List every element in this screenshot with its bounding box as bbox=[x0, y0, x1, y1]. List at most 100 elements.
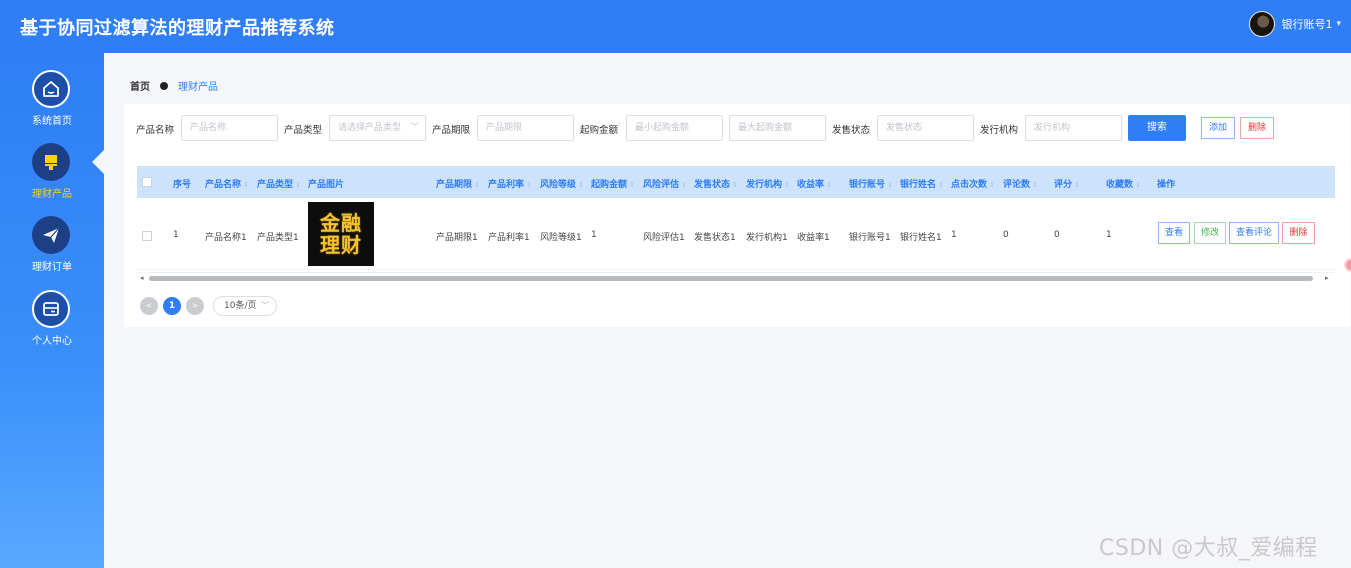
add-button[interactable]: 添加 bbox=[1201, 117, 1235, 139]
select-all-checkbox[interactable] bbox=[142, 177, 152, 187]
cell-status: 发售状态1 bbox=[694, 233, 736, 243]
col-clicks[interactable]: 点击次数 ⇕ bbox=[951, 177, 995, 190]
col-bank-account[interactable]: 银行账号 ⇕ bbox=[849, 177, 893, 190]
view-button[interactable]: 查看 bbox=[1158, 222, 1190, 244]
row-checkbox[interactable] bbox=[142, 231, 152, 241]
col-bank-account-label: 银行账号 bbox=[849, 180, 886, 190]
col-index: 序号 bbox=[173, 180, 192, 190]
min-amount-input[interactable]: 最小起购金额 bbox=[626, 115, 723, 141]
cell-risk-level: 风险等级1 bbox=[540, 233, 582, 243]
col-score[interactable]: 评分 ⇕ bbox=[1054, 177, 1080, 190]
table-row: 1 产品名称1 产品类型1 金融 理财 产品期限1 产品利率1 风险等级1 1 … bbox=[137, 198, 1335, 270]
sort-icon[interactable]: ⇕ bbox=[1135, 181, 1141, 189]
scroll-right-icon[interactable]: ▸ bbox=[1325, 274, 1329, 282]
home-icon bbox=[32, 70, 70, 108]
cell-clicks: 1 bbox=[951, 230, 957, 240]
delete-button[interactable]: 删除 bbox=[1282, 222, 1315, 244]
main-card: 产品名称 产品名称 产品类型 请选择产品类型 ﹀ 产品期限 产品期限 起购金额 … bbox=[124, 104, 1350, 327]
col-type[interactable]: 产品类型 ⇕ bbox=[257, 177, 301, 190]
sort-icon[interactable]: ⇕ bbox=[243, 181, 249, 189]
sidebar-item-label: 理财产品 bbox=[32, 189, 72, 200]
avatar[interactable] bbox=[1249, 11, 1276, 37]
col-term-label: 产品期限 bbox=[436, 180, 473, 190]
breadcrumb: 首页 理财产品 bbox=[130, 78, 218, 93]
col-name-label: 产品名称 bbox=[205, 180, 242, 190]
sidebar-item-profile[interactable]: 个人中心 bbox=[0, 290, 104, 360]
cell-rate: 产品利率1 bbox=[488, 233, 530, 243]
col-risk-eval-label: 风险评估 bbox=[643, 180, 680, 190]
page-number[interactable]: 1 bbox=[163, 297, 181, 315]
cell-yield: 收益率1 bbox=[797, 233, 830, 243]
chevron-down-icon[interactable]: ▾ bbox=[1336, 19, 1341, 29]
product-image: 金融 理财 bbox=[308, 202, 374, 266]
view-comments-button[interactable]: 查看评论 bbox=[1229, 222, 1279, 244]
cell-index: 1 bbox=[173, 230, 179, 240]
col-comments[interactable]: 评论数 ⇕ bbox=[1003, 177, 1038, 190]
product-type-label: 产品类型 bbox=[284, 125, 323, 136]
sort-icon[interactable]: ⇕ bbox=[474, 181, 480, 189]
sort-icon[interactable]: ⇕ bbox=[784, 181, 790, 189]
col-favorites[interactable]: 收藏数 ⇕ bbox=[1106, 177, 1141, 190]
col-comments-label: 评论数 bbox=[1003, 180, 1031, 190]
cell-issuer: 发行机构1 bbox=[746, 233, 788, 243]
product-name-input[interactable]: 产品名称 bbox=[181, 115, 278, 141]
sale-status-input[interactable]: 发售状态 bbox=[877, 115, 974, 141]
chevron-down-icon: ﹀ bbox=[261, 301, 269, 310]
sort-icon[interactable]: ⇕ bbox=[681, 181, 687, 189]
next-page-button[interactable]: > bbox=[186, 297, 204, 315]
col-risk-level[interactable]: 风险等级 ⇕ bbox=[540, 177, 584, 190]
cell-risk-eval: 风险评估1 bbox=[643, 233, 685, 243]
sidebar-item-orders[interactable]: 理财订单 bbox=[0, 216, 104, 286]
col-term[interactable]: 产品期限 ⇕ bbox=[436, 177, 480, 190]
col-min-amount[interactable]: 起购金额 ⇕ bbox=[591, 177, 635, 190]
sidebar-item-label: 系统首页 bbox=[32, 116, 72, 127]
col-yield[interactable]: 收益率 ⇕ bbox=[797, 177, 832, 190]
search-button[interactable]: 搜索 bbox=[1128, 115, 1186, 141]
product-term-input[interactable]: 产品期限 bbox=[477, 115, 574, 141]
sort-icon[interactable]: ⇕ bbox=[826, 181, 832, 189]
pagination: < 1 > 10条/页 ﹀ bbox=[140, 296, 277, 316]
cell-bank-account: 银行账号1 bbox=[849, 233, 891, 243]
col-actions: 操作 bbox=[1157, 180, 1176, 190]
scrollbar-thumb[interactable] bbox=[149, 276, 1313, 281]
col-name[interactable]: 产品名称 ⇕ bbox=[205, 177, 249, 190]
product-type-select[interactable]: 请选择产品类型 ﹀ bbox=[329, 115, 426, 141]
max-amount-input[interactable]: 最大起购金额 bbox=[729, 115, 826, 141]
col-rate[interactable]: 产品利率 ⇕ bbox=[488, 177, 532, 190]
floating-button[interactable] bbox=[1344, 258, 1351, 272]
sort-icon[interactable]: ⇕ bbox=[1074, 181, 1080, 189]
col-status[interactable]: 发售状态 ⇕ bbox=[694, 177, 738, 190]
scroll-left-icon[interactable]: ◂ bbox=[140, 274, 144, 282]
products-table: 序号 产品名称 ⇕ 产品类型 ⇕ 产品图片 产品期限 ⇕ 产品利率 ⇕ 风险等级 ⇕ 起购… bbox=[137, 166, 1335, 284]
sort-icon[interactable]: ⇕ bbox=[629, 181, 635, 189]
sort-icon[interactable]: ⇕ bbox=[578, 181, 584, 189]
sort-icon[interactable]: ⇕ bbox=[526, 181, 532, 189]
sort-icon[interactable]: ⇕ bbox=[732, 181, 738, 189]
batch-delete-button[interactable]: 删除 bbox=[1240, 117, 1274, 139]
watermark: CSDN @大叔_爱编程 bbox=[1099, 536, 1318, 561]
sidebar-item-home[interactable]: 系统首页 bbox=[0, 70, 104, 140]
col-issuer[interactable]: 发行机构 ⇕ bbox=[746, 177, 790, 190]
col-bank-name[interactable]: 银行姓名 ⇕ bbox=[900, 177, 944, 190]
product-image-line2: 理财 bbox=[320, 233, 362, 257]
table-header: 序号 产品名称 ⇕ 产品类型 ⇕ 产品图片 产品期限 ⇕ 产品利率 ⇕ 风险等级 ⇕ 起购… bbox=[137, 166, 1335, 198]
user-menu[interactable]: 银行账号1 ▾ bbox=[1249, 11, 1341, 37]
sidebar: 系统首页 理财产品 理财订单 个人中心 bbox=[0, 53, 104, 568]
user-name[interactable]: 银行账号1 bbox=[1281, 16, 1332, 32]
sort-icon[interactable]: ⇕ bbox=[989, 181, 995, 189]
cell-favorites: 1 bbox=[1106, 230, 1112, 240]
sort-icon[interactable]: ⇕ bbox=[887, 181, 893, 189]
page-size-select[interactable]: 10条/页 ﹀ bbox=[213, 296, 277, 316]
product-name-label: 产品名称 bbox=[136, 125, 175, 136]
sidebar-item-products[interactable]: 理财产品 bbox=[0, 143, 104, 213]
top-header: 基于协同过滤算法的理财产品推荐系统 银行账号1 ▾ bbox=[0, 0, 1351, 53]
col-risk-eval[interactable]: 风险评估 ⇕ bbox=[643, 177, 687, 190]
sort-icon[interactable]: ⇕ bbox=[938, 181, 944, 189]
horizontal-scrollbar[interactable]: ◂ ▸ bbox=[137, 272, 1335, 282]
issuer-input[interactable]: 发行机构 bbox=[1025, 115, 1122, 141]
sort-icon[interactable]: ⇕ bbox=[1032, 181, 1038, 189]
edit-button[interactable]: 修改 bbox=[1194, 222, 1226, 244]
sort-icon[interactable]: ⇕ bbox=[295, 181, 301, 189]
breadcrumb-home[interactable]: 首页 bbox=[130, 78, 150, 93]
prev-page-button[interactable]: < bbox=[140, 297, 158, 315]
